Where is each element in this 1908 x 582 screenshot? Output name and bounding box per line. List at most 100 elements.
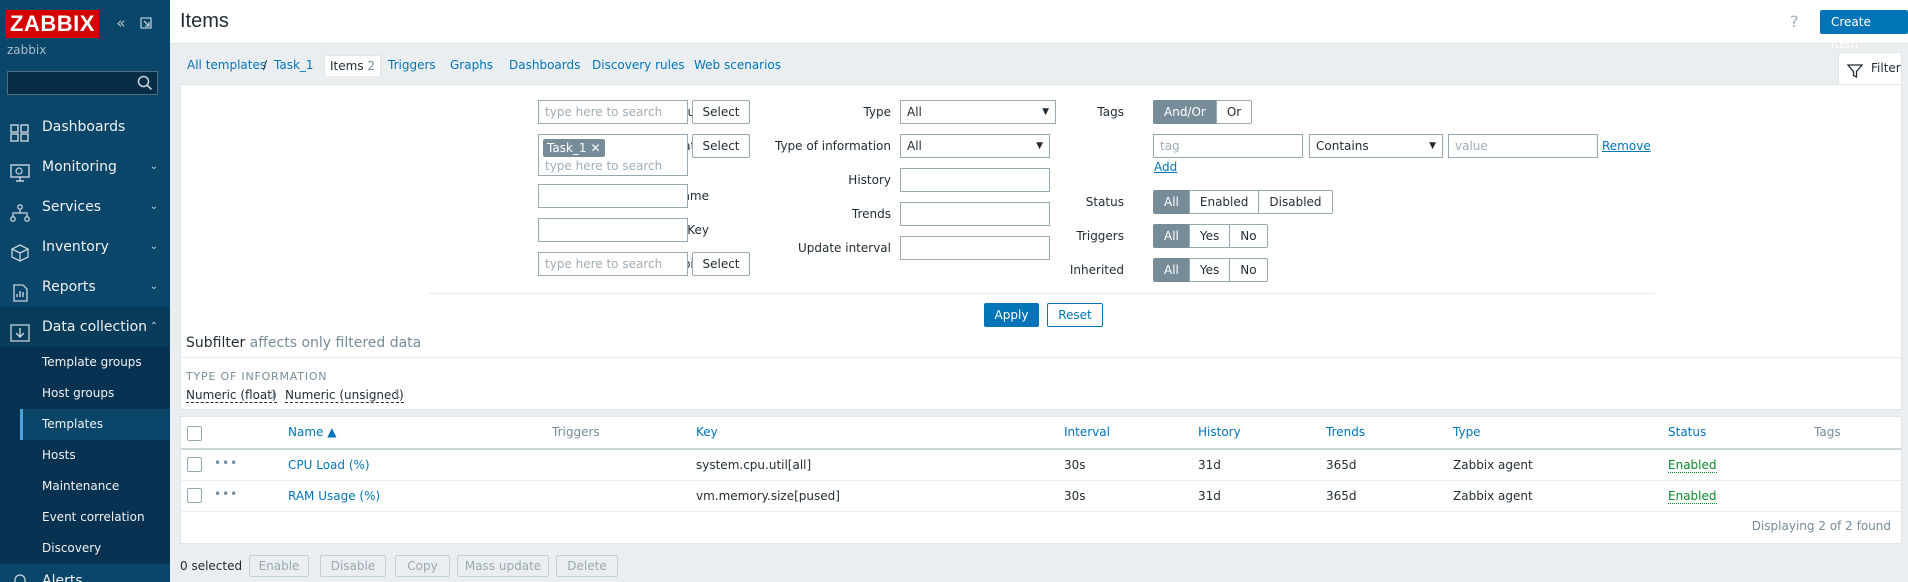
subnav-hosts[interactable]: Hosts: [20, 440, 170, 471]
row-checkbox[interactable]: [187, 488, 202, 503]
items-table: Name ▲ Triggers Key Interval History Tre…: [180, 416, 1902, 544]
tag-name-input[interactable]: tag: [1153, 134, 1303, 158]
row-checkbox[interactable]: [187, 457, 202, 472]
subfilter-numeric-float[interactable]: Numeric (float): [186, 388, 277, 403]
subnav-host-groups[interactable]: Host groups: [20, 378, 170, 409]
nav-label: Inventory: [42, 239, 109, 255]
help-icon[interactable]: ?: [1790, 12, 1799, 31]
type-of-information-select[interactable]: All ▼: [900, 134, 1050, 158]
value-mapping-input[interactable]: type here to search: [538, 252, 688, 276]
column-name[interactable]: Name ▲: [288, 425, 336, 439]
status-toggle: All Enabled Disabled: [1153, 190, 1333, 214]
templates-multiselect[interactable]: Task_1 ✕ type here to search: [538, 134, 688, 176]
tags-andor-option[interactable]: And/Or: [1153, 100, 1217, 124]
tag-operator-value: Contains: [1316, 139, 1369, 153]
trends-input[interactable]: [900, 202, 1050, 226]
nav-label: Reports: [42, 279, 96, 295]
tab-graphs[interactable]: Graphs: [450, 58, 493, 72]
item-status-toggle[interactable]: Enabled: [1668, 489, 1717, 504]
breadcrumb-all-templates[interactable]: All templates: [187, 58, 266, 72]
nav-services[interactable]: Services ⌄: [0, 187, 170, 227]
zabbix-logo[interactable]: ZABBIX: [6, 10, 99, 38]
value-mapping-select-button[interactable]: Select: [692, 252, 750, 276]
nav-reports[interactable]: Reports ⌄: [0, 267, 170, 307]
nav-monitoring[interactable]: Monitoring ⌄: [0, 147, 170, 187]
status-disabled-option[interactable]: Disabled: [1258, 190, 1333, 214]
type-select-value: All: [907, 105, 922, 119]
copy-button[interactable]: Copy: [395, 555, 450, 577]
disable-button[interactable]: Disable: [320, 555, 386, 577]
subnav-template-groups[interactable]: Template groups: [20, 347, 170, 378]
inherited-all-option[interactable]: All: [1153, 258, 1190, 282]
triggers-yes-option[interactable]: Yes: [1188, 224, 1231, 248]
tab-web-scenarios[interactable]: Web scenarios: [694, 58, 781, 72]
nav-dashboards[interactable]: Dashboards: [0, 107, 170, 147]
update-interval-label: Update interval: [797, 241, 891, 255]
column-status[interactable]: Status: [1668, 425, 1706, 439]
subfilter-numeric-unsigned[interactable]: Numeric (unsigned): [285, 388, 404, 403]
triggers-no-option[interactable]: No: [1229, 224, 1268, 248]
tag-operator-select[interactable]: Contains ▼: [1309, 134, 1443, 158]
subnav-event-correlation[interactable]: Event correlation: [20, 502, 170, 533]
tab-items[interactable]: Items 2: [324, 55, 382, 76]
subnav-maintenance[interactable]: Maintenance: [20, 471, 170, 502]
update-interval-input[interactable]: [900, 236, 1050, 260]
remove-tag-link[interactable]: Remove: [1602, 139, 1651, 153]
breadcrumb-separator: /: [263, 58, 268, 72]
inherited-no-option[interactable]: No: [1229, 258, 1268, 282]
enable-button[interactable]: Enable: [249, 555, 309, 577]
tab-discovery-rules[interactable]: Discovery rules: [592, 58, 685, 72]
tag-value-input[interactable]: value: [1448, 134, 1598, 158]
breadcrumb-template[interactable]: Task_1: [274, 58, 314, 72]
logo[interactable]: ZABBIX: [6, 10, 99, 38]
reset-button[interactable]: Reset: [1047, 303, 1103, 327]
sidebar-search-input[interactable]: [7, 71, 158, 95]
tags-or-option[interactable]: Or: [1215, 100, 1253, 124]
type-select[interactable]: All ▼: [900, 100, 1056, 124]
column-history[interactable]: History: [1198, 425, 1241, 439]
item-name-link[interactable]: CPU Load (%): [288, 458, 370, 472]
more-icon[interactable]: •••: [214, 456, 238, 470]
kiosk-mode-icon[interactable]: [137, 14, 155, 32]
filter-toggle[interactable]: Filter: [1838, 52, 1902, 84]
mass-update-button[interactable]: Mass update: [457, 555, 549, 577]
more-icon[interactable]: •••: [214, 487, 238, 501]
history-input[interactable]: [900, 168, 1050, 192]
tab-dashboards[interactable]: Dashboards: [509, 58, 580, 72]
template-groups-input[interactable]: type here to search: [538, 100, 688, 124]
status-enabled-option[interactable]: Enabled: [1188, 190, 1260, 214]
main-nav: Dashboards Monitoring ⌄ Services ⌄ Inven…: [0, 107, 170, 582]
nav-inventory[interactable]: Inventory ⌄: [0, 227, 170, 267]
delete-button[interactable]: Delete: [556, 555, 618, 577]
subfilter-note: affects only filtered data: [249, 335, 422, 351]
close-icon[interactable]: ✕: [591, 141, 601, 155]
inherited-toggle: All Yes No: [1153, 258, 1268, 282]
nav-label: Alerts: [42, 573, 83, 582]
column-interval[interactable]: Interval: [1064, 425, 1110, 439]
add-tag-link[interactable]: Add: [1154, 160, 1177, 174]
nav-data-collection[interactable]: Data collection ⌃: [0, 307, 170, 347]
apply-button[interactable]: Apply: [984, 303, 1039, 327]
column-triggers: Triggers: [552, 425, 600, 439]
item-key: vm.memory.size[pused]: [696, 489, 840, 503]
name-input[interactable]: [538, 184, 688, 208]
create-item-button[interactable]: Create item: [1820, 10, 1908, 51]
subnav-templates[interactable]: Templates: [20, 409, 170, 440]
column-trends[interactable]: Trends: [1326, 425, 1365, 439]
subnav-discovery[interactable]: Discovery: [20, 533, 170, 564]
column-key[interactable]: Key: [696, 425, 718, 439]
search-icon[interactable]: [137, 75, 153, 91]
nav-label: Services: [42, 199, 102, 215]
template-groups-select-button[interactable]: Select: [692, 100, 750, 124]
status-all-option[interactable]: All: [1153, 190, 1190, 214]
item-status-toggle[interactable]: Enabled: [1668, 458, 1717, 473]
key-input[interactable]: [538, 218, 688, 242]
column-type[interactable]: Type: [1453, 425, 1481, 439]
select-all-checkbox[interactable]: [187, 426, 202, 441]
inherited-yes-option[interactable]: Yes: [1188, 258, 1231, 282]
collapse-sidebar-icon[interactable]: «: [112, 14, 130, 32]
triggers-all-option[interactable]: All: [1153, 224, 1190, 248]
item-name-link[interactable]: RAM Usage (%): [288, 489, 380, 503]
nav-alerts[interactable]: Alerts: [0, 564, 170, 582]
tab-triggers[interactable]: Triggers: [388, 58, 436, 72]
